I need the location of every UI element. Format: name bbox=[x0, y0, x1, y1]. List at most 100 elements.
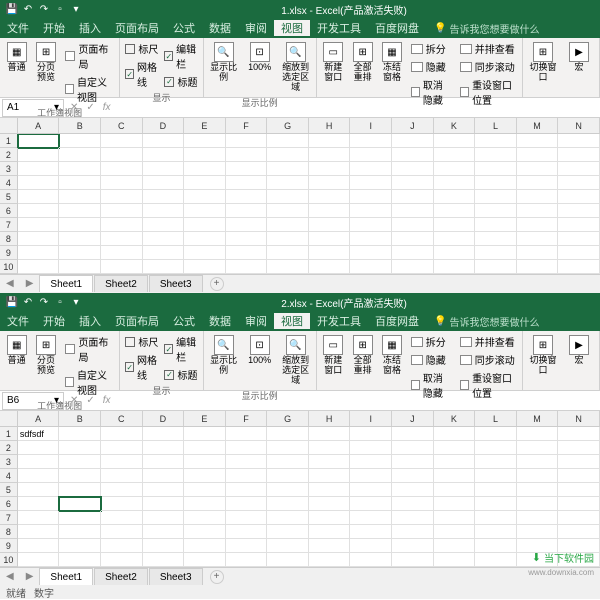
cell[interactable] bbox=[101, 427, 143, 441]
cell[interactable] bbox=[558, 260, 600, 274]
sidebyside-button[interactable]: 并排查看 bbox=[458, 40, 518, 57]
cell[interactable] bbox=[59, 176, 101, 190]
tab-nav-next[interactable]: ▶ bbox=[20, 571, 40, 582]
name-box[interactable]: B6▾ bbox=[2, 392, 64, 410]
hide-button[interactable]: 隐藏 bbox=[409, 351, 454, 368]
col-header[interactable]: L bbox=[475, 411, 517, 426]
cell[interactable] bbox=[350, 427, 392, 441]
cell[interactable] bbox=[59, 497, 101, 511]
cell[interactable] bbox=[184, 260, 226, 274]
cell[interactable] bbox=[350, 441, 392, 455]
cell[interactable] bbox=[434, 204, 476, 218]
cell[interactable] bbox=[59, 232, 101, 246]
cell[interactable] bbox=[350, 148, 392, 162]
cell[interactable] bbox=[392, 218, 434, 232]
cell[interactable] bbox=[434, 483, 476, 497]
tab-nav-prev[interactable]: ◀ bbox=[0, 278, 20, 289]
cell[interactable] bbox=[309, 539, 351, 553]
row-header[interactable]: 1 bbox=[0, 427, 18, 441]
freeze-button[interactable]: ▦冻结窗格 bbox=[379, 333, 404, 378]
cell[interactable] bbox=[184, 246, 226, 260]
sheet-tab[interactable]: Sheet1 bbox=[39, 568, 93, 585]
newwin-button[interactable]: ▭新建窗口 bbox=[321, 333, 346, 378]
cell[interactable] bbox=[434, 427, 476, 441]
menu-formula[interactable]: 公式 bbox=[166, 20, 202, 36]
cell[interactable] bbox=[475, 539, 517, 553]
formula-check[interactable]: ✓编辑栏 bbox=[163, 40, 198, 72]
pagelayout-button[interactable]: 页面布局 bbox=[63, 40, 116, 72]
cancel-icon[interactable]: ✕ bbox=[70, 102, 78, 113]
cell[interactable] bbox=[18, 553, 60, 567]
cell[interactable] bbox=[309, 190, 351, 204]
col-header[interactable]: L bbox=[475, 118, 517, 133]
cell[interactable] bbox=[434, 232, 476, 246]
sidebyside-button[interactable]: 并排查看 bbox=[458, 333, 518, 350]
cell[interactable] bbox=[101, 539, 143, 553]
customview-button[interactable]: 自定义视图 bbox=[63, 73, 116, 105]
cell[interactable] bbox=[143, 162, 185, 176]
cell[interactable] bbox=[350, 204, 392, 218]
ruler-check[interactable]: 标尺 bbox=[124, 40, 159, 57]
cell[interactable] bbox=[434, 469, 476, 483]
cell[interactable] bbox=[18, 497, 60, 511]
cell[interactable] bbox=[558, 441, 600, 455]
cell[interactable] bbox=[267, 148, 309, 162]
cell[interactable] bbox=[475, 469, 517, 483]
cell[interactable] bbox=[267, 455, 309, 469]
menu-data[interactable]: 数据 bbox=[202, 20, 238, 36]
freeze-button[interactable]: ▦冻结窗格 bbox=[379, 40, 404, 85]
customview-button[interactable]: 自定义视图 bbox=[63, 366, 116, 398]
cell[interactable] bbox=[475, 553, 517, 567]
cell[interactable] bbox=[59, 204, 101, 218]
cell[interactable] bbox=[101, 176, 143, 190]
row-header[interactable]: 7 bbox=[0, 511, 18, 525]
cell[interactable] bbox=[267, 497, 309, 511]
cell[interactable] bbox=[434, 539, 476, 553]
cell[interactable] bbox=[475, 218, 517, 232]
cell[interactable] bbox=[434, 260, 476, 274]
cell[interactable] bbox=[226, 148, 268, 162]
cell[interactable] bbox=[226, 497, 268, 511]
cell[interactable] bbox=[475, 483, 517, 497]
open-icon[interactable]: ▾ bbox=[70, 3, 82, 15]
cell[interactable] bbox=[392, 134, 434, 148]
redo-icon[interactable]: ↷ bbox=[38, 296, 50, 308]
cell[interactable] bbox=[226, 511, 268, 525]
cell[interactable] bbox=[309, 246, 351, 260]
cell[interactable] bbox=[18, 232, 60, 246]
spreadsheet-grid[interactable]: A B C D E F G H I J K L M N 1sdfsdf23456… bbox=[0, 411, 600, 567]
cell[interactable] bbox=[350, 218, 392, 232]
cell[interactable] bbox=[309, 441, 351, 455]
cell[interactable] bbox=[184, 553, 226, 567]
cell[interactable] bbox=[143, 190, 185, 204]
gridlines-check[interactable]: ✓网格线 bbox=[124, 351, 159, 383]
cell[interactable] bbox=[309, 455, 351, 469]
cell[interactable] bbox=[392, 232, 434, 246]
cell[interactable] bbox=[309, 427, 351, 441]
zoomsel-button[interactable]: 🔍缩放到 选定区域 bbox=[280, 40, 312, 95]
cell[interactable] bbox=[184, 190, 226, 204]
cell[interactable] bbox=[517, 469, 559, 483]
cell[interactable] bbox=[558, 218, 600, 232]
col-header[interactable]: J bbox=[392, 118, 434, 133]
cell[interactable] bbox=[226, 232, 268, 246]
split-button[interactable]: 拆分 bbox=[409, 40, 454, 57]
cell[interactable] bbox=[143, 134, 185, 148]
ruler-check[interactable]: 标尺 bbox=[124, 333, 159, 350]
pagebreak-button[interactable]: ⊞分页 预览 bbox=[33, 40, 58, 85]
col-header[interactable]: E bbox=[184, 118, 226, 133]
menu-review[interactable]: 审阅 bbox=[238, 313, 274, 329]
cell[interactable] bbox=[59, 218, 101, 232]
cell[interactable] bbox=[143, 204, 185, 218]
col-header[interactable]: M bbox=[517, 118, 559, 133]
cell[interactable] bbox=[101, 162, 143, 176]
cell[interactable] bbox=[184, 511, 226, 525]
cell[interactable] bbox=[101, 190, 143, 204]
cell[interactable] bbox=[392, 148, 434, 162]
cell[interactable] bbox=[475, 190, 517, 204]
cell[interactable] bbox=[350, 511, 392, 525]
cell[interactable] bbox=[434, 511, 476, 525]
cell[interactable] bbox=[392, 246, 434, 260]
sheet-tab[interactable]: Sheet3 bbox=[149, 275, 203, 292]
cell[interactable] bbox=[59, 260, 101, 274]
